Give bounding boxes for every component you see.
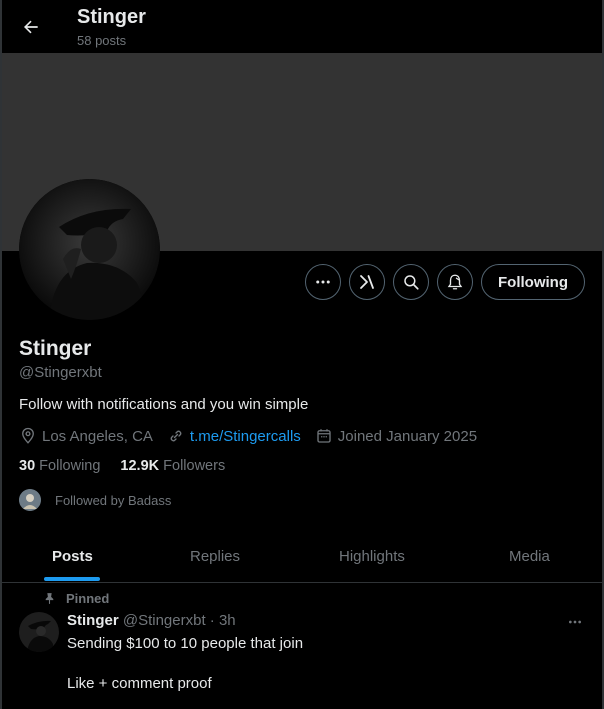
post-author-name[interactable]: Stinger [67,612,119,629]
post-text-line2: Like + comment proof [67,675,212,692]
tab-highlights[interactable]: Highlights [339,530,405,582]
search-button[interactable] [393,264,429,300]
profile-handle: @Stingerxbt [19,364,102,381]
joined-text: Joined January 2025 [337,427,478,445]
followed-by[interactable]: Followed by Badass [19,489,171,511]
search-icon [404,275,419,290]
tab-media[interactable]: Media [509,530,550,582]
header-post-count: 58 posts [77,33,127,48]
follow-stats: 30 Following 12.9K Followers [19,458,245,474]
grok-button[interactable] [349,264,385,300]
back-arrow-icon[interactable] [16,12,46,42]
post-meta: @Stingerxbt · 3h [122,612,236,629]
profile-meta: Los Angeles, CA t.me/Stingercalls Joined… [19,426,491,446]
post-more-button[interactable] [562,612,588,632]
pinned-text: Pinned [66,591,110,606]
grok-icon [360,275,374,289]
more-dots-icon [316,280,330,284]
follower-avatar [19,489,41,511]
profile-bio: Follow with notifications and you win si… [19,396,309,413]
header-title: Stinger [77,6,146,28]
calendar-icon [317,429,331,443]
location-pin-icon [22,427,34,444]
following-label: Following [39,458,101,474]
followers-count-link[interactable]: 12.9K Followers [120,458,225,474]
post-author-avatar[interactable] [19,612,59,652]
followers-count: 12.9K [120,458,160,474]
top-bar: Stinger 58 posts [2,0,602,53]
profile-tabs: Posts Replies Highlights Media [2,530,602,583]
notifications-button[interactable] [437,264,473,300]
followers-label: Followers [163,458,226,474]
link-text[interactable]: t.me/Stingercalls [190,428,301,445]
profile-link[interactable]: t.me/Stingercalls [167,427,301,445]
location-text: Los Angeles, CA [42,427,153,445]
following-count-link[interactable]: 30 Following [19,458,100,474]
post-header: Stinger @Stingerxbt · 3h [67,612,236,629]
following-count: 30 [19,458,36,474]
pin-icon [45,593,54,604]
more-dots-icon [569,620,581,624]
joined-date: Joined January 2025 [315,427,477,445]
location: Los Angeles, CA [19,427,153,445]
profile-name: Stinger [19,337,92,360]
profile-avatar[interactable] [19,179,160,320]
tab-posts[interactable]: Posts [52,530,93,582]
more-options-button[interactable] [305,264,341,300]
tab-replies[interactable]: Replies [190,530,240,582]
post-text-line1: Sending $100 to 10 people that join [67,635,304,652]
following-button[interactable]: Following [481,264,585,300]
link-icon [170,430,182,442]
followed-by-text: Followed by Badass [55,492,172,508]
pinned-label: Pinned [43,591,109,606]
active-tab-indicator [44,577,100,581]
bell-check-icon [447,274,463,290]
